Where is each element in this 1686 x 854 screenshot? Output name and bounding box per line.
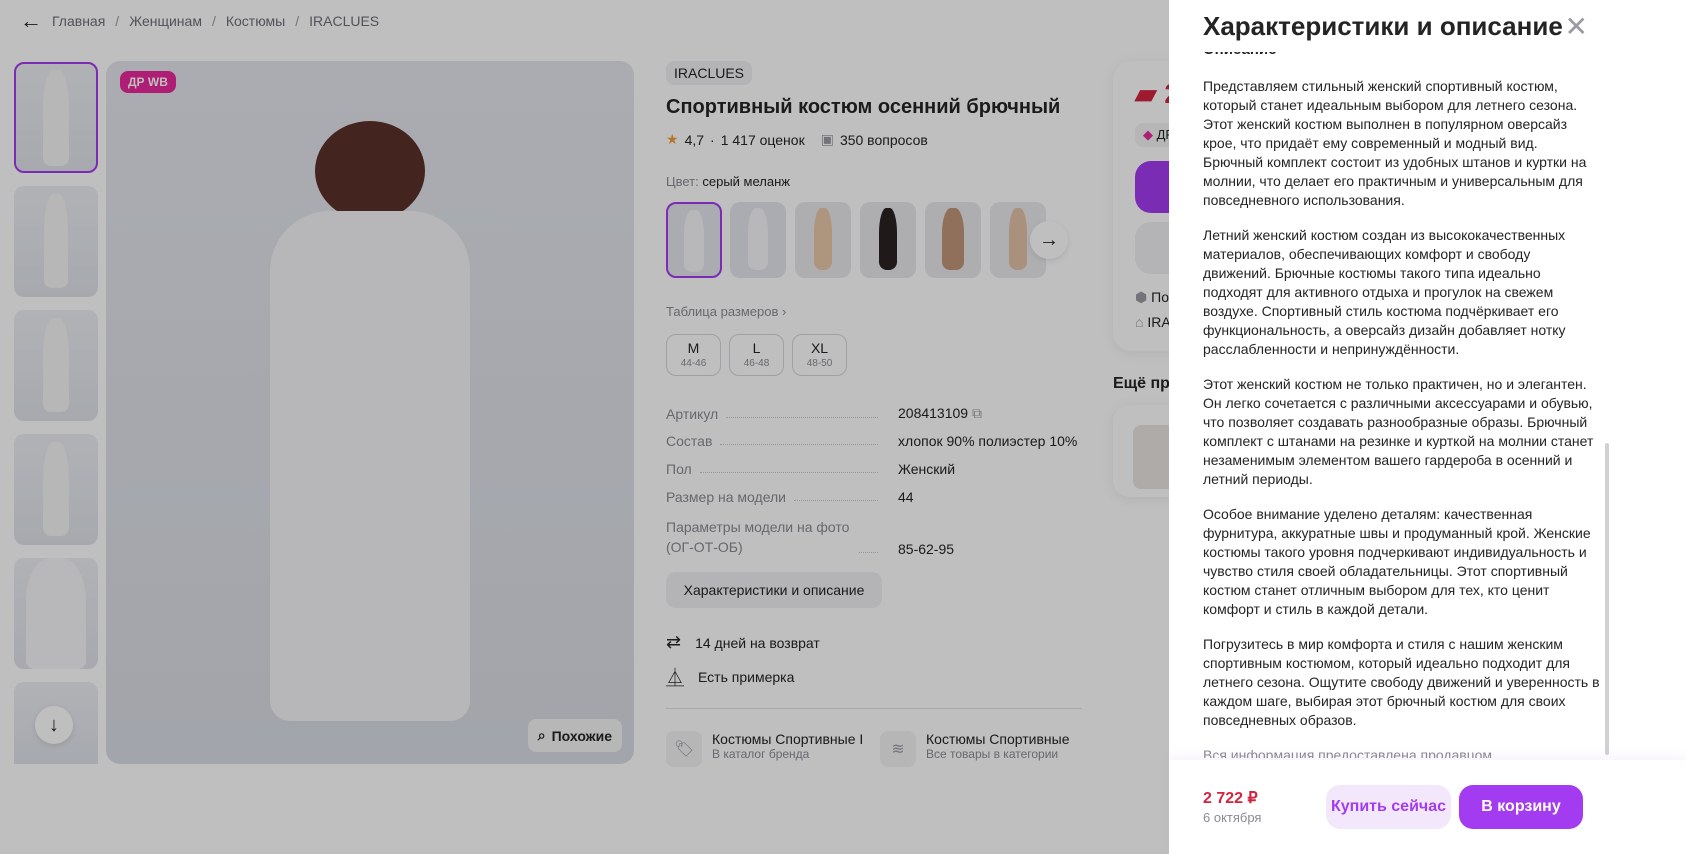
description-paragraph: Особое внимание уделено деталям: качеств… — [1203, 506, 1591, 617]
close-icon[interactable]: ✕ — [1565, 10, 1588, 43]
add-to-cart-button[interactable]: В корзину — [1459, 785, 1583, 829]
description-paragraph: Этот женский костюм не только практичен,… — [1203, 376, 1594, 487]
buy-now-button[interactable]: Купить сейчас — [1326, 785, 1451, 829]
delivery-date: 6 октября — [1203, 810, 1262, 825]
panel-footer: 2 722 ₽ 6 октября Купить сейчас В корзин… — [1169, 760, 1686, 854]
description-paragraph: Представляем стильный женский спортивный… — [1203, 78, 1587, 208]
footer-price: 2 722 ₽ — [1203, 790, 1258, 807]
description-paragraph: Летний женский костюм создан из высокока… — [1203, 227, 1566, 357]
characteristics-panel: Характеристики и описание ✕ Описание Пре… — [1169, 0, 1686, 854]
description-scroll[interactable]: Описание Представляем стильный женский с… — [1203, 40, 1601, 758]
scrollbar[interactable] — [1605, 443, 1609, 755]
panel-title: Характеристики и описание — [1203, 11, 1563, 41]
seller-note: Вся информация предоставлена продавцом — [1203, 747, 1493, 758]
panel-header: Характеристики и описание ✕ — [1169, 0, 1686, 52]
description-paragraph: Погрузитесь в мир комфорта и стиля с наш… — [1203, 636, 1600, 728]
